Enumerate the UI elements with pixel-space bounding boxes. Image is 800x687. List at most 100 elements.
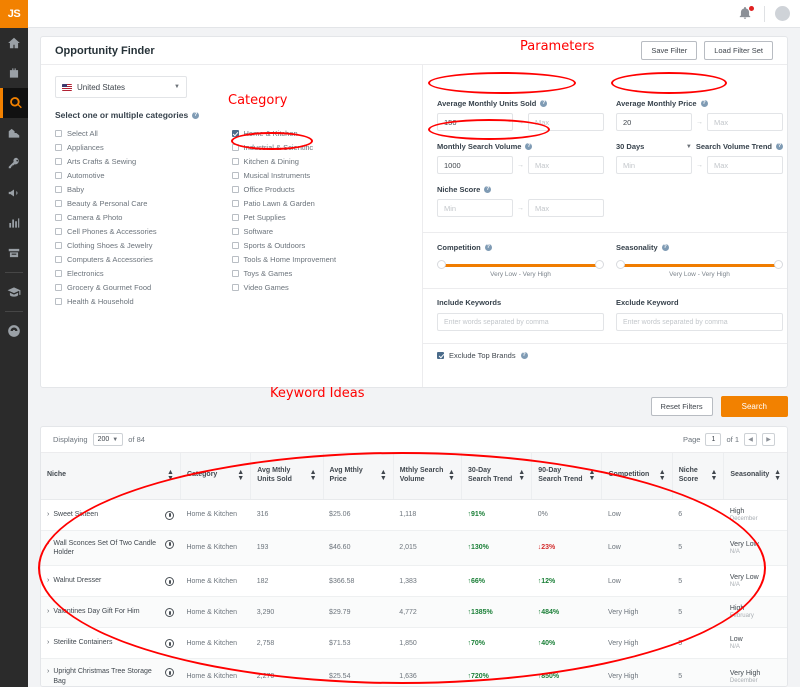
- exclude-top-brands-row[interactable]: Exclude Top Brands ?: [423, 344, 788, 360]
- category-checkbox[interactable]: [232, 270, 239, 277]
- amazon-link-icon[interactable]: [165, 511, 174, 520]
- category-checkbox[interactable]: [55, 284, 62, 291]
- promotions-icon[interactable]: [0, 178, 28, 208]
- avatar[interactable]: [775, 6, 790, 21]
- exclude-top-brands-checkbox[interactable]: [437, 352, 444, 359]
- academy-icon[interactable]: [0, 277, 28, 307]
- table-row[interactable]: ›Sterilite ContainersHome & Kitchen2,758…: [41, 628, 787, 659]
- column-header-avg-mthly-units-sold[interactable]: Avg Mthly Units Sold▲▼: [251, 453, 323, 499]
- category-checkbox[interactable]: [55, 270, 62, 277]
- category-checkbox[interactable]: [232, 242, 239, 249]
- exclude-keywords-input[interactable]: Enter words separated by comma: [616, 313, 783, 331]
- trend-max-input[interactable]: Max: [707, 156, 783, 174]
- seasonality-slider-max-handle[interactable]: [774, 260, 783, 269]
- category-option[interactable]: Industrial & Scientific: [232, 140, 409, 154]
- info-icon[interactable]: ?: [484, 186, 491, 193]
- category-option[interactable]: Sports & Outdoors: [232, 238, 409, 252]
- amazon-link-icon[interactable]: [165, 668, 174, 677]
- category-option[interactable]: Software: [232, 224, 409, 238]
- sort-icon[interactable]: ▲▼: [589, 470, 596, 482]
- reset-filters-button[interactable]: Reset Filters: [651, 397, 713, 416]
- category-option[interactable]: Grocery & Gourmet Food: [55, 280, 232, 294]
- sort-icon[interactable]: ▲▼: [774, 470, 781, 482]
- category-option[interactable]: Cell Phones & Accessories: [55, 224, 232, 238]
- category-checkbox[interactable]: [55, 242, 62, 249]
- sort-icon[interactable]: ▲▼: [380, 470, 387, 482]
- table-row[interactable]: ›Wall Sconces Set Of Two Candle HolderHo…: [41, 530, 787, 566]
- expand-row-icon[interactable]: ›: [47, 638, 49, 647]
- sort-icon[interactable]: ▲▼: [167, 470, 174, 482]
- category-option[interactable]: Electronics: [55, 266, 232, 280]
- category-checkbox[interactable]: [232, 200, 239, 207]
- expand-row-icon[interactable]: ›: [47, 667, 49, 676]
- category-option[interactable]: Patio Lawn & Garden: [232, 196, 409, 210]
- app-logo[interactable]: JS: [0, 0, 28, 28]
- column-header-30-day-search-trend[interactable]: 30-Day Search Trend▲▼: [461, 453, 531, 499]
- column-header-category[interactable]: Category▲▼: [180, 453, 250, 499]
- units-sold-min-input[interactable]: 150: [437, 113, 513, 131]
- category-checkbox[interactable]: [232, 172, 239, 179]
- category-option[interactable]: Musical Instruments: [232, 168, 409, 182]
- amazon-link-icon[interactable]: [165, 608, 174, 617]
- search-button[interactable]: Search: [721, 396, 788, 417]
- trend-period-select[interactable]: 30 Days: [616, 142, 644, 151]
- expand-row-icon[interactable]: ›: [47, 607, 49, 616]
- support-icon[interactable]: [0, 316, 28, 346]
- sort-icon[interactable]: ▲▼: [448, 470, 455, 482]
- competition-slider[interactable]: [437, 260, 604, 270]
- amazon-link-icon[interactable]: [165, 540, 174, 549]
- category-checkbox[interactable]: [55, 172, 62, 179]
- category-option[interactable]: Camera & Photo: [55, 210, 232, 224]
- category-option[interactable]: Baby: [55, 182, 232, 196]
- sort-icon[interactable]: ▲▼: [310, 470, 317, 482]
- keyword-scout-icon[interactable]: [0, 148, 28, 178]
- amazon-link-icon[interactable]: [165, 577, 174, 586]
- niche-score-max-input[interactable]: Max: [528, 199, 604, 217]
- category-checkbox[interactable]: [55, 200, 62, 207]
- expand-row-icon[interactable]: ›: [47, 510, 49, 519]
- table-row[interactable]: ›Sweet SixteenHome & Kitchen316$25.061,1…: [41, 499, 787, 530]
- sort-icon[interactable]: ▲▼: [710, 470, 717, 482]
- bell-icon[interactable]: [738, 6, 754, 22]
- amazon-link-icon[interactable]: [165, 639, 174, 648]
- category-option[interactable]: Arts Crafts & Sewing: [55, 154, 232, 168]
- category-checkbox[interactable]: [55, 256, 62, 263]
- product-database-icon[interactable]: [0, 58, 28, 88]
- chevron-down-icon[interactable]: ▼: [686, 144, 692, 150]
- category-option[interactable]: Tools & Home Improvement: [232, 252, 409, 266]
- page-size-select[interactable]: 200 ▼: [93, 433, 124, 446]
- table-row[interactable]: ›Walnut DresserHome & Kitchen182$366.581…: [41, 566, 787, 597]
- category-option[interactable]: Automotive: [55, 168, 232, 182]
- sort-icon[interactable]: ▲▼: [659, 470, 666, 482]
- units-sold-max-input[interactable]: Max: [528, 113, 604, 131]
- sort-icon[interactable]: ▲▼: [518, 470, 525, 482]
- column-header-niche[interactable]: Niche▲▼: [41, 453, 180, 499]
- category-checkbox[interactable]: [55, 144, 62, 151]
- info-icon[interactable]: ?: [540, 100, 547, 107]
- table-row[interactable]: ›Valentines Day Gift For HimHome & Kitch…: [41, 597, 787, 628]
- page-number-input[interactable]: 1: [705, 433, 721, 446]
- category-checkbox[interactable]: [55, 214, 62, 221]
- prev-page-button[interactable]: ◀: [744, 433, 757, 446]
- load-filter-set-button[interactable]: Load Filter Set: [704, 41, 773, 60]
- inventory-icon[interactable]: [0, 238, 28, 268]
- niche-score-min-input[interactable]: Min: [437, 199, 513, 217]
- expand-row-icon[interactable]: ›: [47, 576, 49, 585]
- category-checkbox[interactable]: [55, 130, 62, 137]
- info-icon[interactable]: ?: [521, 352, 528, 359]
- category-option[interactable]: Appliances: [55, 140, 232, 154]
- column-header-niche-score[interactable]: Niche Score▲▼: [672, 453, 724, 499]
- info-icon[interactable]: ?: [192, 112, 199, 119]
- opportunity-finder-icon[interactable]: [0, 88, 28, 118]
- category-option[interactable]: Office Products: [232, 182, 409, 196]
- category-option[interactable]: Kitchen & Dining: [232, 154, 409, 168]
- trend-min-input[interactable]: Min: [616, 156, 692, 174]
- price-min-input[interactable]: 20: [616, 113, 692, 131]
- expand-row-icon[interactable]: ›: [47, 539, 49, 548]
- price-max-input[interactable]: Max: [707, 113, 783, 131]
- category-checkbox[interactable]: [55, 298, 62, 305]
- competition-slider-max-handle[interactable]: [595, 260, 604, 269]
- info-icon[interactable]: ?: [776, 143, 783, 150]
- category-option[interactable]: Clothing Shoes & Jewelry: [55, 238, 232, 252]
- include-keywords-input[interactable]: Enter words separated by comma: [437, 313, 604, 331]
